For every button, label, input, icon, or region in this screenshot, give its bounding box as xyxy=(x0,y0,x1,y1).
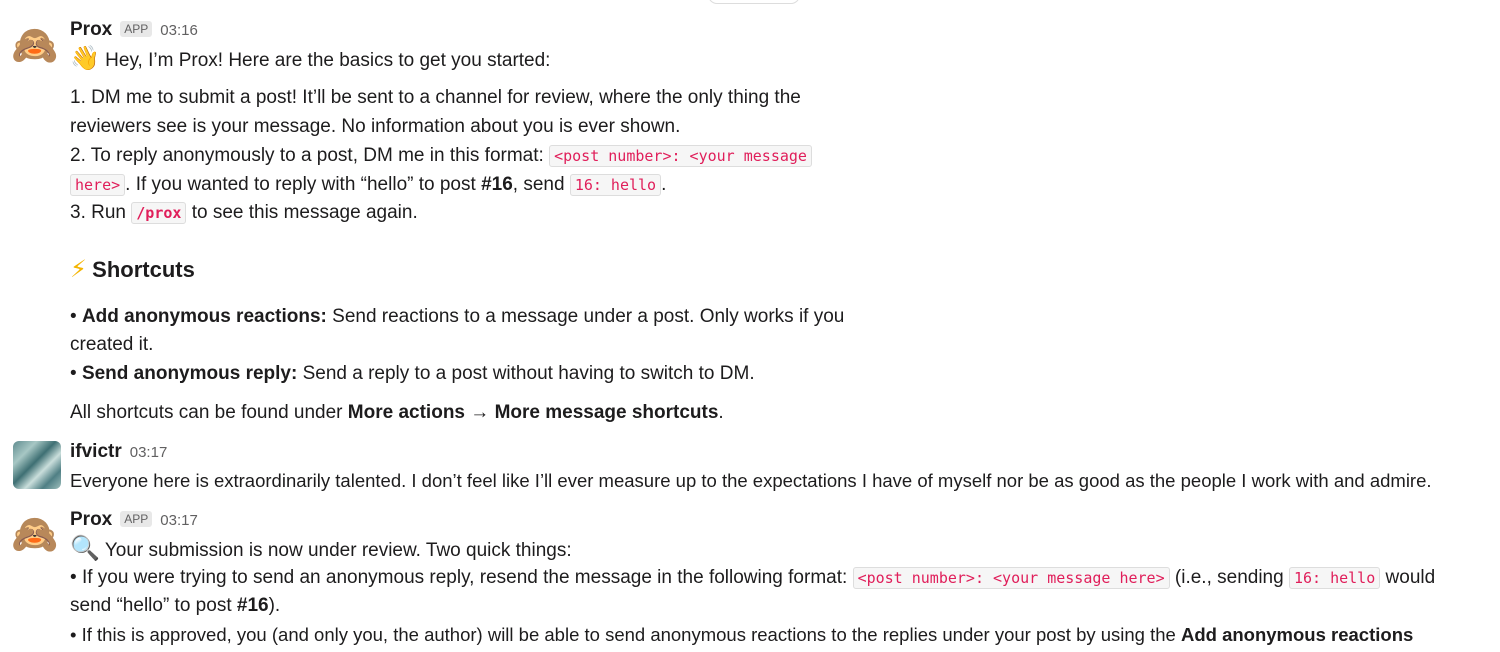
example-code: 16: hello xyxy=(1288,567,1381,589)
b1-line2: send “hello” to post xyxy=(70,595,232,616)
period: . xyxy=(718,402,724,423)
shortcuts-footer: All shortcuts can be found under More ac… xyxy=(70,399,724,427)
bullet-reply: • Send anonymous reply: Send a reply to … xyxy=(70,363,755,384)
more-actions-label: More actions xyxy=(347,402,465,423)
step2-line1: 2. To reply anonymously to a post, DM me… xyxy=(70,142,812,170)
example-code: 16: hello xyxy=(569,174,662,196)
step2-send: , send xyxy=(512,174,565,195)
b2-bold: Add anonymous reactions xyxy=(1180,624,1414,645)
arrow-icon: → xyxy=(470,402,490,423)
timestamp[interactable]: 03:17 xyxy=(160,512,198,529)
sender-name[interactable]: Prox xyxy=(70,19,112,41)
timestamp[interactable]: 03:16 xyxy=(160,22,198,39)
date-divider-pill[interactable] xyxy=(708,0,800,4)
user-avatar[interactable] xyxy=(13,441,61,489)
step2-line2: here>. If you wanted to reply with “hell… xyxy=(70,171,666,199)
b1-end: ). xyxy=(268,595,281,616)
bullet2-text: Send a reply to a post without having to… xyxy=(302,363,755,384)
greeting-text: Hey, I’m Prox! Here are the basics to ge… xyxy=(105,50,551,71)
post-number: #16 xyxy=(236,595,269,616)
review-line: 🔍 Your submission is now under review. T… xyxy=(70,535,572,565)
format-code: <post number>: <your message here> xyxy=(852,567,1170,589)
step2-mid: . If you wanted to reply with “hello” to… xyxy=(125,174,476,195)
b1-text: If you were trying to send an anonymous … xyxy=(81,567,848,588)
sender-name[interactable]: ifvictr xyxy=(70,441,122,463)
step1-line2: reviewers see is your message. No inform… xyxy=(70,116,681,137)
magnifying-glass-icon: 🔍 xyxy=(70,535,100,562)
b1-mid: (i.e., sending xyxy=(1174,567,1284,588)
message-header: Prox APP 03:16 xyxy=(70,19,198,41)
waving-hand-icon: 👋 xyxy=(70,45,100,72)
review-bullet2: • If this is approved, you (and only you… xyxy=(70,624,1414,645)
message-header: Prox APP 03:17 xyxy=(70,509,198,531)
app-badge: APP xyxy=(120,511,153,527)
bullet-reactions: • Add anonymous reactions: Send reaction… xyxy=(70,306,845,327)
footer-text: All shortcuts can be found under xyxy=(70,402,343,423)
bullet1-label: Add anonymous reactions: xyxy=(81,306,327,327)
sender-name[interactable]: Prox xyxy=(70,509,112,531)
greeting-line: 👋 Hey, I’m Prox! Here are the basics to … xyxy=(70,45,550,75)
shortcuts-title: Shortcuts xyxy=(92,257,195,282)
format-code-cont: here> xyxy=(70,174,126,196)
bullet2-label: Send anonymous reply: xyxy=(81,363,298,384)
step1-line1: 1. DM me to submit a post! It’ll be sent… xyxy=(70,87,801,108)
more-shortcuts-label: More message shortcuts xyxy=(494,402,719,423)
period: . xyxy=(661,174,667,195)
review-bullet1: • If you were trying to send an anonymou… xyxy=(70,567,1436,589)
message-text: Everyone here is extraordinarily talente… xyxy=(70,470,1432,491)
see-no-evil-monkey-icon[interactable]: 🙈 xyxy=(11,24,58,68)
prox-command-code: /prox xyxy=(131,202,187,224)
see-no-evil-monkey-icon[interactable]: 🙈 xyxy=(11,513,58,557)
app-badge: APP xyxy=(120,21,153,37)
bullet-reactions-cont: created it. xyxy=(70,334,154,355)
review-bullet1-cont: send “hello” to post #16). xyxy=(70,592,280,620)
b2-text: If this is approved, you (and only you, … xyxy=(81,624,1176,645)
format-code: <post number>: <your message xyxy=(549,145,812,167)
lightning-icon: ⚡ xyxy=(70,256,87,283)
timestamp[interactable]: 03:17 xyxy=(130,444,168,461)
review-text: Your submission is now under review. Two… xyxy=(104,540,572,561)
step3-post: to see this message again. xyxy=(191,202,418,223)
shortcuts-heading: ⚡ Shortcuts xyxy=(70,256,195,286)
step2-text: 2. To reply anonymously to a post, DM me… xyxy=(70,145,544,166)
b1-post: would xyxy=(1385,567,1436,588)
step3-line: 3. Run /prox to see this message again. xyxy=(70,199,418,227)
bullet1-text: Send reactions to a message under a post… xyxy=(332,306,845,327)
post-number: #16 xyxy=(481,174,513,195)
step3-pre: 3. Run xyxy=(70,202,126,223)
message-header: ifvictr 03:17 xyxy=(70,441,167,463)
